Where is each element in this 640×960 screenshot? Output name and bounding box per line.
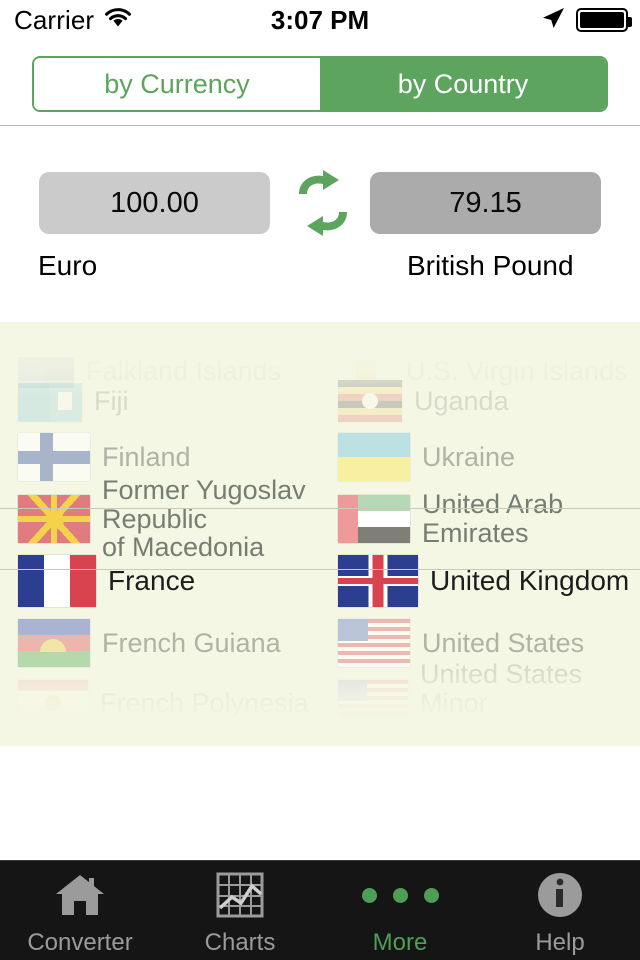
from-amount-value: 100.00 bbox=[110, 186, 199, 219]
segment-by-country[interactable]: by Country bbox=[320, 58, 606, 110]
three-dots-icon bbox=[361, 870, 439, 920]
chart-grid-icon bbox=[216, 870, 264, 920]
mode-segmented-control[interactable]: by Currency by Country bbox=[32, 56, 608, 112]
location-arrow-icon bbox=[540, 5, 566, 36]
info-circle-icon bbox=[536, 870, 584, 920]
to-currency-label: British Pound bbox=[407, 250, 574, 281]
country-picker[interactable]: Falkland Islands Fiji Finland Former Yug… bbox=[0, 322, 640, 746]
header-divider bbox=[0, 125, 640, 126]
tab-charts-label: Charts bbox=[204, 929, 276, 956]
tab-converter[interactable]: Converter bbox=[0, 861, 160, 960]
united-states-flag bbox=[338, 619, 410, 667]
list-item-label: French Southern Territories bbox=[96, 718, 298, 746]
tab-more-label: More bbox=[372, 929, 428, 956]
list-item[interactable]: Former Yugoslav Republic of Macedonia bbox=[0, 476, 320, 562]
uruguay-flag bbox=[338, 727, 404, 746]
tab-charts[interactable]: Charts bbox=[160, 861, 320, 960]
list-item[interactable]: United Arab Emirates bbox=[320, 488, 640, 550]
status-bar-right bbox=[540, 0, 632, 40]
list-item[interactable]: French Southern Territories bbox=[0, 719, 320, 746]
from-amount-field[interactable]: 100.00 bbox=[39, 172, 270, 234]
list-item-label: French Polynesia bbox=[100, 687, 309, 718]
macedonia-flag bbox=[18, 495, 90, 543]
status-bar: Carrier 3:07 PM bbox=[0, 0, 640, 40]
list-item-label: Ukraine bbox=[422, 441, 516, 472]
ukraine-flag bbox=[338, 433, 410, 481]
country-picker-right-column[interactable]: U.S. Virgin Islands Uganda Ukraine Unite… bbox=[320, 322, 640, 746]
battery-full-icon bbox=[576, 8, 632, 32]
to-amount-field[interactable]: 79.15 bbox=[370, 172, 601, 234]
to-amount-value: 79.15 bbox=[449, 186, 522, 219]
list-item[interactable]: French Guiana bbox=[0, 612, 320, 674]
list-item-label: United Kingdom bbox=[430, 565, 630, 597]
country-picker-left-column[interactable]: Falkland Islands Fiji Finland Former Yug… bbox=[0, 322, 320, 746]
list-item-selected[interactable]: France bbox=[0, 550, 320, 612]
list-item-selected[interactable]: United Kingdom bbox=[320, 550, 640, 612]
french-guiana-flag bbox=[18, 619, 90, 667]
tab-more[interactable]: More bbox=[320, 861, 480, 960]
list-item-label: Finland bbox=[102, 441, 191, 472]
list-item[interactable]: Ukraine bbox=[320, 426, 640, 488]
list-item[interactable]: Uruguay bbox=[320, 724, 640, 746]
list-item-label: Fiji bbox=[94, 385, 129, 416]
list-item-label: United Arab Emirates bbox=[422, 489, 564, 548]
list-item-label: France bbox=[108, 565, 196, 597]
from-currency-label: Euro bbox=[38, 250, 98, 281]
tab-converter-label: Converter bbox=[27, 929, 133, 956]
converter-row: 100.00 79.15 Euro British Pound bbox=[0, 130, 640, 320]
united-states-flag bbox=[338, 680, 408, 726]
segment-by-currency-label: by Currency bbox=[104, 68, 250, 99]
home-icon bbox=[54, 870, 106, 920]
list-item-label: French Guiana bbox=[102, 627, 281, 658]
swap-arrows-icon[interactable] bbox=[289, 170, 357, 236]
segment-by-currency[interactable]: by Currency bbox=[34, 58, 320, 110]
french-polynesia-flag bbox=[18, 680, 88, 726]
united-kingdom-flag bbox=[338, 555, 418, 607]
france-flag bbox=[18, 555, 96, 607]
list-item[interactable]: Uganda bbox=[320, 374, 640, 428]
tab-bar[interactable]: Converter Charts More Help bbox=[0, 860, 640, 960]
tab-help[interactable]: Help bbox=[480, 861, 640, 960]
list-item-label: Uruguay bbox=[416, 734, 518, 746]
list-item-label: Uganda bbox=[414, 385, 509, 416]
app-root: Carrier 3:07 PM by Currency by Country 1… bbox=[0, 0, 640, 960]
list-item[interactable]: Fiji bbox=[0, 374, 320, 428]
fiji-flag bbox=[18, 380, 82, 422]
finland-flag bbox=[18, 433, 90, 481]
list-item-label: United States bbox=[422, 627, 585, 658]
tab-help-label: Help bbox=[535, 929, 585, 956]
french-southern-territories-flag bbox=[18, 727, 84, 746]
uganda-flag bbox=[338, 380, 402, 422]
uae-flag bbox=[338, 495, 410, 543]
clock-label: 3:07 PM bbox=[270, 4, 370, 35]
segment-by-country-label: by Country bbox=[397, 68, 529, 99]
